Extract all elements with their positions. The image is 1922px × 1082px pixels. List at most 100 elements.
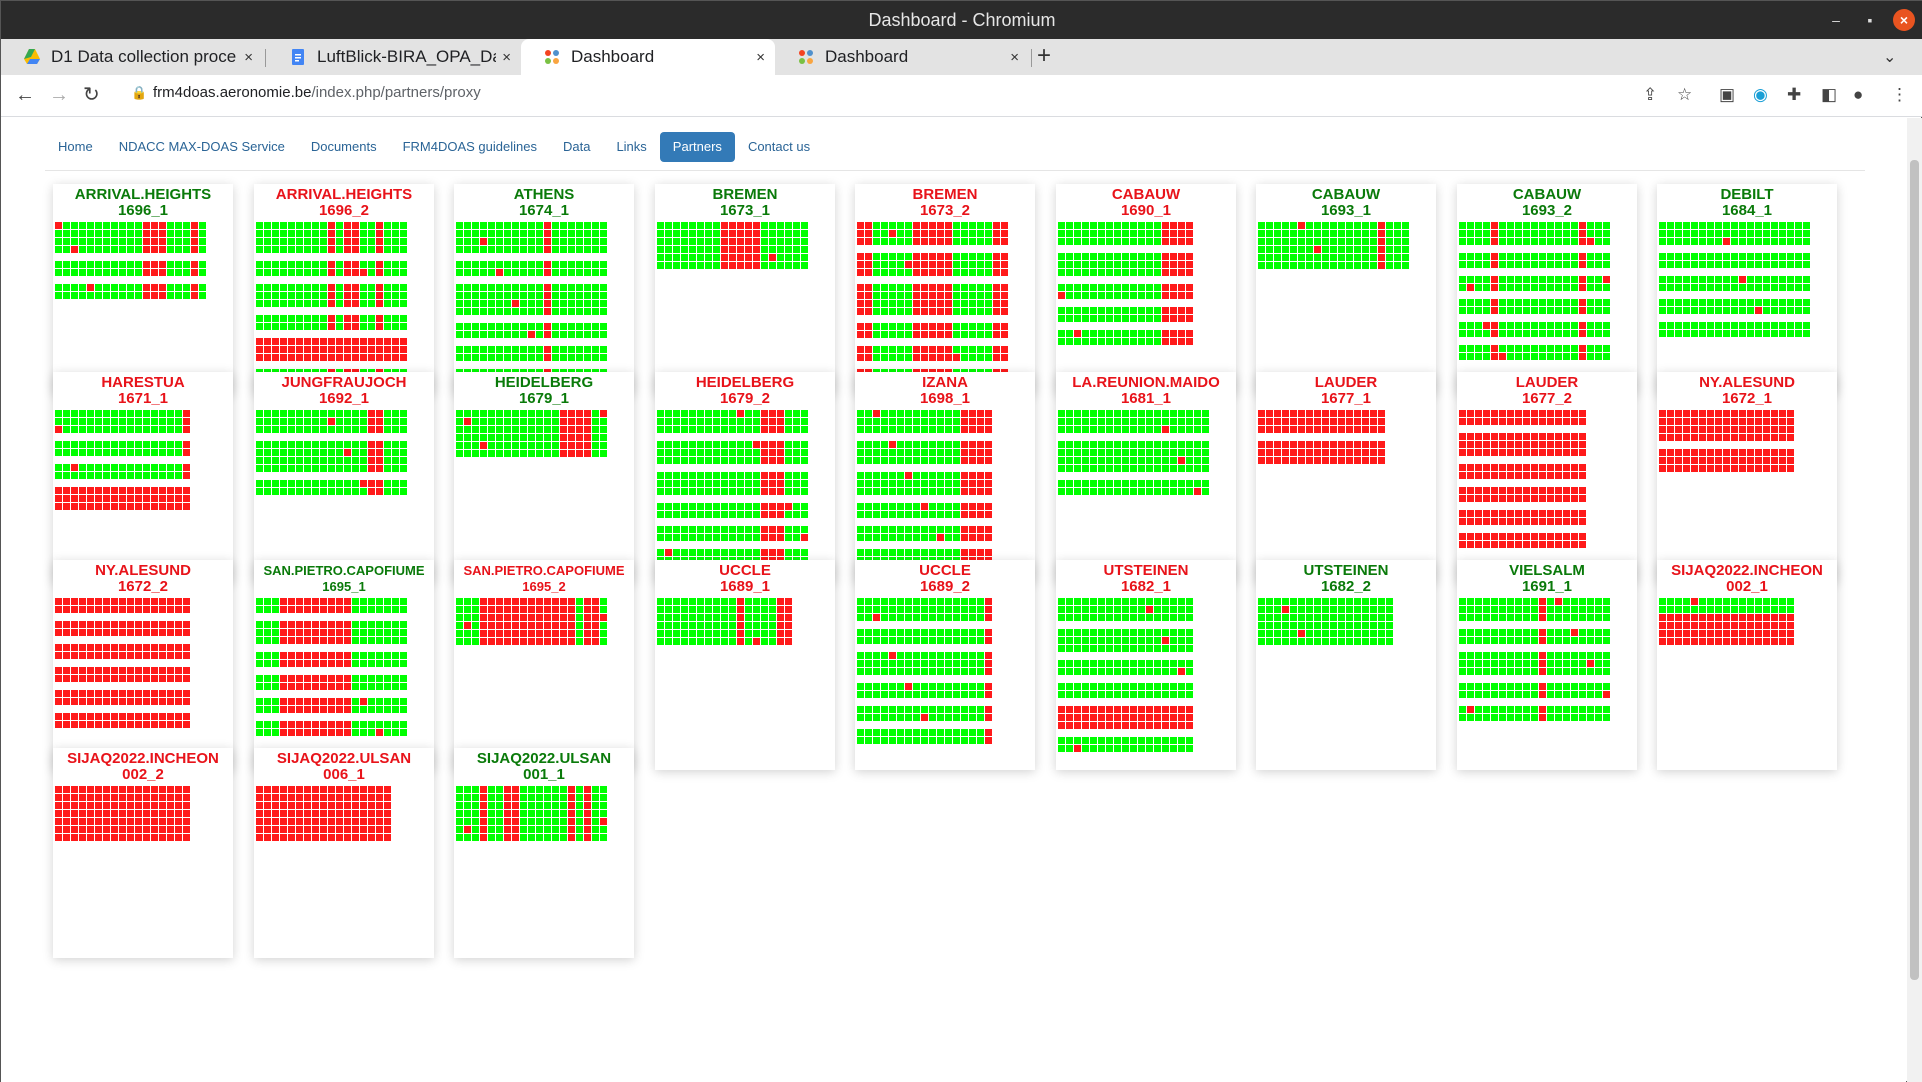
share-icon[interactable]: ⇪ — [1643, 85, 1657, 105]
status-cell-ok — [392, 315, 399, 322]
status-cell-fail — [1330, 457, 1337, 464]
station-card[interactable]: JUNGFRAUJOCH 1692_1 — [254, 372, 434, 582]
tab-close-icon[interactable]: × — [502, 49, 511, 66]
side-panel-icon[interactable]: ◧ — [1821, 85, 1837, 105]
tab-dashboard-active[interactable]: Dashboard × — [521, 39, 775, 75]
tab-search-chevron-icon[interactable]: ⌄ — [1883, 47, 1896, 67]
close-window-button[interactable]: × — [1893, 9, 1915, 31]
tab-luftblick[interactable]: LuftBlick-BIRA_OPA_Da × — [267, 39, 521, 75]
station-card[interactable]: UTSTEINEN 1682_1 — [1056, 560, 1236, 770]
back-button[interactable]: ← — [15, 83, 35, 107]
status-cell-ok — [1771, 284, 1778, 291]
tab-dashboard[interactable]: Dashboard × — [775, 39, 1029, 75]
status-cell-fail — [1747, 426, 1754, 433]
status-cell-ok — [320, 418, 327, 425]
status-cell-fail — [1739, 410, 1746, 417]
puzzle-extensions-icon[interactable]: ✚ — [1787, 85, 1801, 105]
status-cell-fail — [71, 464, 78, 471]
status-cell-ok — [1194, 441, 1201, 448]
status-cell-ok — [1058, 598, 1065, 605]
station-card[interactable]: NY.ALESUND 1672_2 — [53, 560, 233, 770]
status-cell-ok — [785, 511, 792, 518]
status-cell-fail — [1322, 418, 1329, 425]
nav-contact-us[interactable]: Contact us — [735, 132, 823, 162]
extension-circle-icon[interactable]: ◉ — [1753, 85, 1768, 105]
maximize-button[interactable]: ▪ — [1859, 9, 1881, 31]
status-cell-fail — [1330, 426, 1337, 433]
status-cell-ok — [929, 457, 936, 464]
nav-frm4doas-guidelines[interactable]: FRM4DOAS guidelines — [390, 132, 550, 162]
status-cell-fail — [320, 354, 327, 361]
status-cell-ok — [897, 230, 904, 237]
status-cell-ok — [256, 418, 263, 425]
status-cell-fail — [496, 606, 503, 613]
station-card[interactable]: LAUDER 1677_1 — [1256, 372, 1436, 582]
station-card[interactable]: ATHENS 1674_1 — [454, 184, 634, 394]
menu-kebab-icon[interactable]: ⋮ — [1891, 85, 1908, 105]
status-cell-ok — [1667, 284, 1674, 291]
station-card[interactable]: UCCLE 1689_1 — [655, 560, 835, 770]
station-card[interactable]: LA.REUNION.MAIDO 1681_1 — [1056, 372, 1236, 582]
station-card[interactable]: BREMEN 1673_1 — [655, 184, 835, 394]
status-cell-fail — [63, 503, 70, 510]
status-cell-fail — [753, 238, 760, 245]
station-card[interactable]: CABAUW 1693_1 — [1256, 184, 1436, 394]
status-cell-fail — [1699, 457, 1706, 464]
forward-button[interactable]: → — [49, 83, 69, 107]
new-tab-button[interactable]: + — [1037, 44, 1051, 68]
status-cell-fail — [544, 354, 551, 361]
status-cell-ok — [1507, 238, 1514, 245]
station-card[interactable]: UTSTEINEN 1682_2 — [1256, 560, 1436, 770]
minimize-button[interactable]: – — [1825, 9, 1847, 31]
station-card[interactable]: SAN.PIETRO.CAPOFIUME 1695_2 — [454, 560, 634, 770]
status-cell-fail — [1563, 510, 1570, 517]
station-card[interactable]: ARRIVAL.HEIGHTS 1696_2 — [254, 184, 434, 394]
address-bar[interactable]: frm4doas.aeronomie.be/index.php/partners… — [153, 84, 481, 101]
station-card[interactable]: IZANA 1698_1 — [855, 372, 1035, 582]
nav-home[interactable]: Home — [45, 132, 106, 162]
status-cell-ok — [1154, 598, 1161, 605]
status-cell-fail — [103, 698, 110, 705]
status-cell-ok — [1082, 465, 1089, 472]
station-card[interactable]: CABAUW 1693_2 — [1457, 184, 1637, 394]
nav-partners[interactable]: Partners — [659, 132, 735, 162]
lock-icon[interactable]: 🔒 — [131, 85, 147, 101]
station-card[interactable]: CABAUW 1690_1 — [1056, 184, 1236, 394]
extension-icon[interactable]: ▣ — [1719, 85, 1735, 105]
station-card[interactable]: LAUDER 1677_2 — [1457, 372, 1637, 582]
nav-links[interactable]: Links — [603, 132, 659, 162]
station-card[interactable]: ARRIVAL.HEIGHTS 1696_1 — [53, 184, 233, 394]
status-cell-fail — [1747, 434, 1754, 441]
status-cell-ok — [865, 706, 872, 713]
station-name: ARRIVAL.HEIGHTS — [74, 186, 212, 203]
status-cell-ok — [376, 698, 383, 705]
nav-ndacc-max-doas-service[interactable]: NDACC MAX-DOAS Service — [106, 132, 298, 162]
station-card[interactable]: SAN.PIETRO.CAPOFIUME 1695_1 — [254, 560, 434, 770]
status-cell-fail — [1779, 418, 1786, 425]
tab-close-icon[interactable]: × — [1010, 49, 1019, 66]
reload-button[interactable]: ↻ — [83, 83, 100, 107]
status-cell-ok — [143, 441, 150, 448]
station-card[interactable]: HEIDELBERG 1679_2 — [655, 372, 835, 587]
station-card[interactable]: HEIDELBERG 1679_1 — [454, 372, 634, 582]
status-cell-fail — [745, 254, 752, 261]
status-cell-ok — [536, 410, 543, 417]
nav-documents[interactable]: Documents — [298, 132, 390, 162]
station-card[interactable]: NY.ALESUND 1672_1 — [1657, 372, 1837, 582]
station-card[interactable]: UCCLE 1689_2 — [855, 560, 1035, 770]
status-cell-ok — [1114, 598, 1121, 605]
tab-close-icon[interactable]: × — [756, 49, 765, 66]
status-cell-ok — [135, 426, 142, 433]
status-cell-fail — [63, 598, 70, 605]
status-cell-fail — [1683, 465, 1690, 472]
bookmark-star-icon[interactable]: ☆ — [1677, 85, 1692, 105]
station-card[interactable]: BREMEN 1673_2 — [855, 184, 1035, 394]
tab-d1-data-collection[interactable]: D1 Data collection proce × — [1, 39, 263, 75]
status-cell-ok — [801, 262, 808, 269]
status-cell-fail — [1507, 441, 1514, 448]
profile-avatar-icon[interactable]: ● — [1853, 85, 1863, 105]
nav-data[interactable]: Data — [550, 132, 603, 162]
station-card[interactable]: DEBILT 1684_1 — [1657, 184, 1837, 394]
station-card[interactable]: HARESTUA 1671_1 — [53, 372, 233, 582]
tab-close-icon[interactable]: × — [244, 49, 253, 66]
